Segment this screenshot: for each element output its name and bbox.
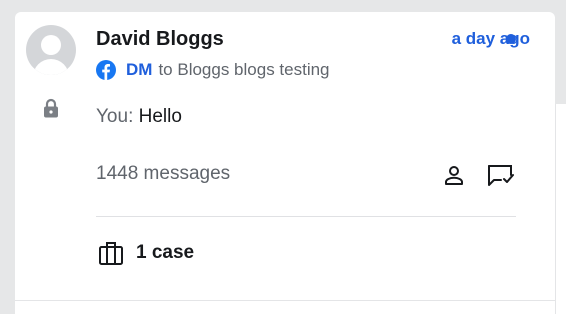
reply-bubble-icon[interactable] xyxy=(487,163,515,187)
card-bottom-divider xyxy=(15,300,555,301)
channel-type[interactable]: DM xyxy=(126,60,152,80)
message-count: 1448 messages xyxy=(96,163,231,184)
lock-icon xyxy=(44,98,58,118)
timestamp: a day ago xyxy=(451,29,530,48)
contact-name[interactable]: David Bloggs xyxy=(96,28,224,51)
adjacent-panel-edge xyxy=(555,104,566,314)
preview-text: Hello xyxy=(138,106,182,127)
avatar[interactable] xyxy=(26,25,76,75)
channel-destination: to Bloggs blogs testing xyxy=(158,60,330,79)
case-count: 1 case xyxy=(136,242,195,263)
avatar-body xyxy=(33,59,69,75)
preview-sender: You: xyxy=(96,106,134,127)
briefcase-icon xyxy=(99,242,123,265)
last-message-preview: You: Hello xyxy=(96,106,182,128)
facebook-icon xyxy=(96,60,116,80)
avatar-head xyxy=(41,35,61,55)
section-divider xyxy=(96,216,516,217)
person-icon[interactable] xyxy=(443,164,465,186)
case-link[interactable]: 1 case xyxy=(98,240,194,266)
unread-indicator xyxy=(506,34,516,44)
channel-source: DM to Bloggs blogs testing xyxy=(96,60,330,80)
